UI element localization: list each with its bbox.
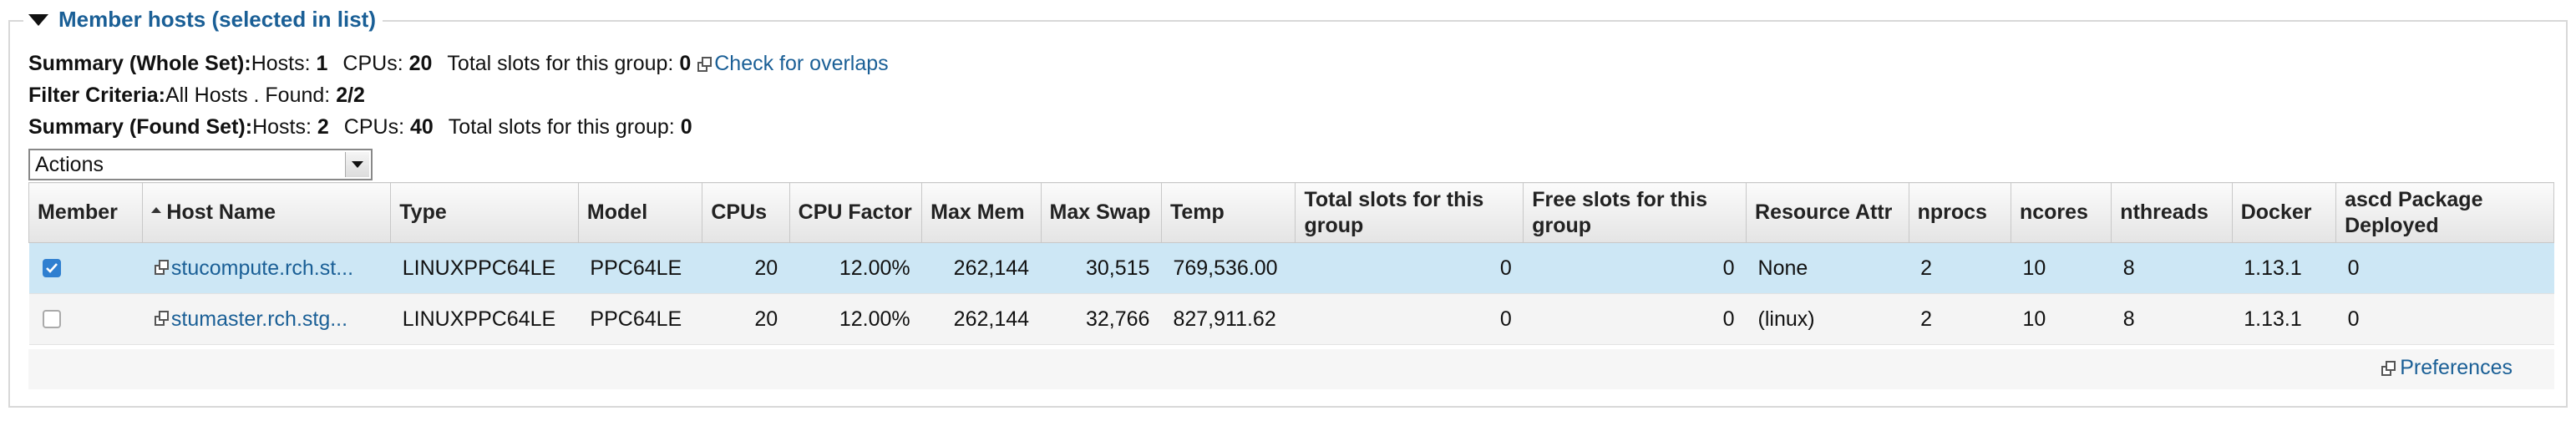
table-footer: Preferences <box>28 349 2554 389</box>
collapse-triangle-icon <box>28 14 48 26</box>
cpu-factor-cell: 12.00% <box>789 293 922 345</box>
total-slots-cell: 0 <box>1295 242 1524 294</box>
temp-cell: 827,911.62 <box>1161 293 1296 345</box>
nprocs-cell: 2 <box>1909 242 2011 294</box>
col-member[interactable]: Member <box>28 182 144 243</box>
col-resource-attr[interactable]: Resource Attr <box>1746 182 1909 243</box>
checkmark-icon <box>45 263 58 273</box>
host-link[interactable]: stumaster.rch.stg... <box>171 307 347 331</box>
total-slots-cell: 0 <box>1295 293 1524 345</box>
popup-window-icon <box>154 259 170 275</box>
col-type[interactable]: Type <box>390 182 579 243</box>
table-header-row: Member Host Name Type Model CPUs CPU Fac… <box>28 182 2554 243</box>
max-swap-cell: 30,515 <box>1041 242 1162 294</box>
temp-cell: 769,536.00 <box>1161 242 1296 294</box>
member-hosts-table: Member Host Name Type Model CPUs CPU Fac… <box>28 182 2554 345</box>
type-cell: LINUXPPC64LE <box>390 242 579 294</box>
col-ascd[interactable]: ascd Package Deployed <box>2335 182 2554 243</box>
cpu-factor-cell: 12.00% <box>789 242 922 294</box>
ascd-cell: 0 <box>2335 293 2554 345</box>
host-link[interactable]: stucompute.rch.st... <box>171 256 353 280</box>
member-cell <box>28 293 143 345</box>
check-overlaps-link[interactable]: Check for overlaps <box>714 52 888 76</box>
resource-attr-cell: None <box>1746 242 1909 294</box>
popup-window-icon <box>697 56 712 72</box>
free-slots-cell: 0 <box>1523 293 1747 345</box>
col-max-swap[interactable]: Max Swap <box>1040 182 1162 243</box>
popup-window-icon <box>154 310 170 326</box>
col-host-name[interactable]: Host Name <box>142 182 392 243</box>
preferences-link[interactable]: Preferences <box>2400 356 2513 380</box>
host-name-cell[interactable]: stucompute.rch.st... <box>142 242 391 294</box>
table-row[interactable]: stumaster.rch.stg... LINUXPPC64LE PPC64L… <box>28 293 2554 345</box>
member-cell <box>28 242 143 294</box>
actions-dropdown[interactable]: Actions <box>28 149 373 180</box>
ncores-cell: 10 <box>2011 293 2112 345</box>
actions-selected-value: Actions <box>35 152 104 176</box>
col-free-slots[interactable]: Free slots for this group <box>1523 182 1747 243</box>
col-total-slots[interactable]: Total slots for this group <box>1295 182 1524 243</box>
cpus-cell: 20 <box>702 242 790 294</box>
col-ncores[interactable]: ncores <box>2010 182 2112 243</box>
nthreads-cell: 8 <box>2111 293 2233 345</box>
col-model[interactable]: Model <box>577 182 703 243</box>
table-row[interactable]: stucompute.rch.st... LINUXPPC64LE PPC64L… <box>28 242 2554 294</box>
col-docker[interactable]: Docker <box>2231 182 2337 243</box>
nprocs-cell: 2 <box>1909 293 2011 345</box>
resource-attr-cell: (linux) <box>1746 293 1909 345</box>
max-mem-cell: 262,144 <box>921 293 1042 345</box>
max-swap-cell: 32,766 <box>1041 293 1162 345</box>
docker-cell: 1.13.1 <box>2232 293 2336 345</box>
member-hosts-toggle[interactable]: Member hosts (selected in list) <box>23 5 383 33</box>
cpus-cell: 20 <box>702 293 790 345</box>
section-title: Member hosts (selected in list) <box>58 6 376 32</box>
summary-found-set: Summary (Found Set): Hosts: 2 CPUs: 40 T… <box>28 115 692 139</box>
col-cpus[interactable]: CPUs <box>702 182 790 243</box>
ascd-cell: 0 <box>2335 242 2554 294</box>
summary-whole-set: Summary (Whole Set): Hosts: 1 CPUs: 20 T… <box>28 52 889 76</box>
member-checkbox[interactable] <box>42 259 61 277</box>
preferences-link-container: Preferences <box>2381 356 2513 380</box>
col-nthreads[interactable]: nthreads <box>2111 182 2233 243</box>
filter-criteria: Filter Criteria: All Hosts . Found: 2/2 <box>28 84 365 107</box>
free-slots-cell: 0 <box>1523 242 1747 294</box>
col-cpu-factor[interactable]: CPU Factor <box>789 182 923 243</box>
model-cell: PPC64LE <box>578 242 702 294</box>
col-nprocs[interactable]: nprocs <box>1908 182 2011 243</box>
ncores-cell: 10 <box>2011 242 2112 294</box>
host-name-cell[interactable]: stumaster.rch.stg... <box>142 293 391 345</box>
type-cell: LINUXPPC64LE <box>390 293 579 345</box>
col-temp[interactable]: Temp <box>1160 182 1296 243</box>
popup-window-icon <box>2381 360 2396 376</box>
docker-cell: 1.13.1 <box>2232 242 2336 294</box>
model-cell: PPC64LE <box>578 293 702 345</box>
member-checkbox[interactable] <box>42 310 61 328</box>
nthreads-cell: 8 <box>2111 242 2233 294</box>
sort-ascending-icon <box>151 206 162 213</box>
chevron-down-icon[interactable] <box>345 152 369 177</box>
col-max-mem[interactable]: Max Mem <box>921 182 1042 243</box>
max-mem-cell: 262,144 <box>921 242 1042 294</box>
